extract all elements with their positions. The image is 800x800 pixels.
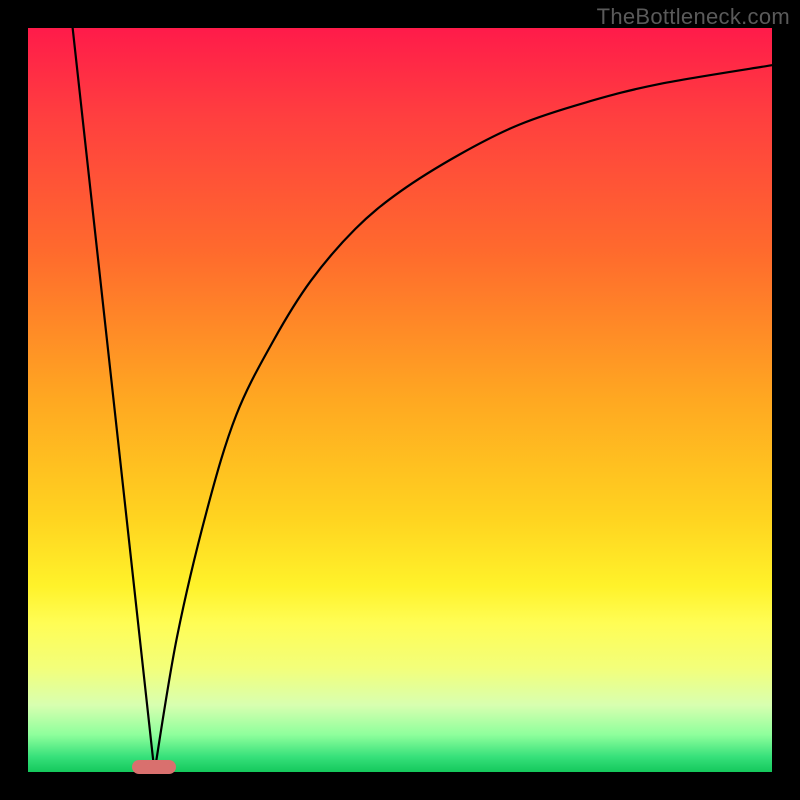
- curve-left-branch: [73, 28, 155, 772]
- curve-right-branch: [154, 65, 772, 772]
- curve-layer: [28, 28, 772, 772]
- dip-marker: [132, 760, 176, 774]
- watermark-label: TheBottleneck.com: [597, 4, 790, 30]
- chart-frame: TheBottleneck.com: [0, 0, 800, 800]
- plot-area: [28, 28, 772, 772]
